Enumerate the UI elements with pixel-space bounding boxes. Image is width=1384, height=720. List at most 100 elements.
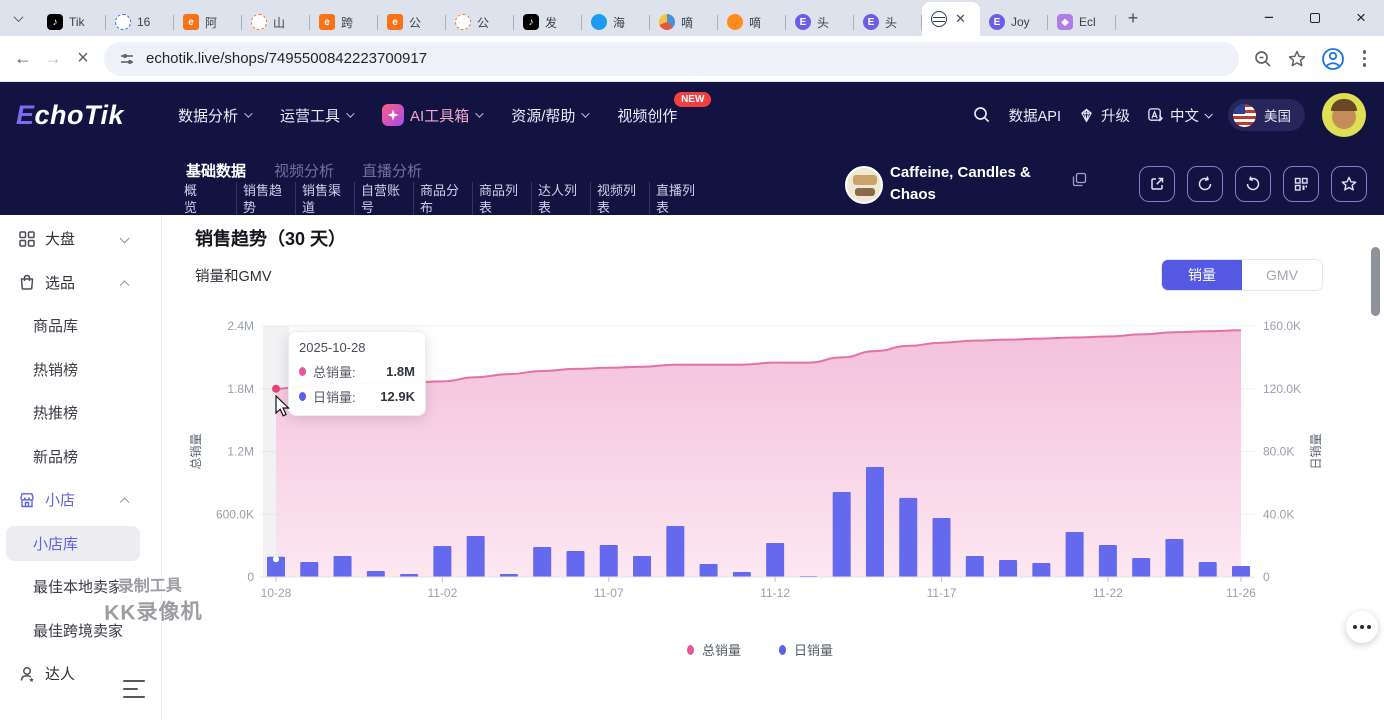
nav-item-0[interactable]: 数据分析 <box>178 105 250 126</box>
legend-item-总销量[interactable]: 总销量 <box>687 640 741 659</box>
bar-11-12[interactable] <box>766 543 784 577</box>
user-avatar[interactable] <box>1322 93 1366 137</box>
browser-tab[interactable]: 嘀 <box>650 8 718 36</box>
bar-11-08[interactable] <box>633 556 651 577</box>
copy-icon[interactable] <box>1072 172 1087 187</box>
close-tab-icon[interactable]: ✕ <box>955 11 966 27</box>
sidebar-group-选品[interactable]: 选品 <box>0 261 150 305</box>
bar-11-23[interactable] <box>1132 558 1150 577</box>
toggle-sales-button[interactable]: 销量 <box>1162 260 1242 290</box>
bar-11-02[interactable] <box>433 546 451 577</box>
browser-tab[interactable]: ♪Tik <box>38 8 106 36</box>
browser-tab[interactable]: 16 <box>106 8 174 36</box>
search-icon[interactable] <box>972 105 992 125</box>
collapse-sidebar-button[interactable] <box>123 680 145 698</box>
bar-11-24[interactable] <box>1165 539 1183 577</box>
subnav-item-0[interactable]: 概 览 <box>178 182 237 216</box>
bar-11-22[interactable] <box>1099 545 1117 577</box>
subnav-item-8[interactable]: 直播列 表 <box>650 182 709 216</box>
data-api-link[interactable]: 数据API <box>1009 105 1061 126</box>
bar-11-06[interactable] <box>566 551 584 577</box>
refresh-data-button[interactable] <box>1187 166 1223 202</box>
browser-menu-icon[interactable] <box>1359 50 1371 67</box>
nav-item-4[interactable]: 视频创作NEW <box>617 105 677 126</box>
browser-tab[interactable]: 嘀 <box>718 8 786 36</box>
sidebar-group-大盘[interactable]: 大盘 <box>0 217 150 261</box>
open-shop-external-button[interactable] <box>1139 166 1175 202</box>
forward-button[interactable]: → <box>38 44 68 74</box>
upgrade-link[interactable]: 升级 <box>1078 105 1130 126</box>
tab-search-button[interactable] <box>6 6 30 30</box>
browser-tab[interactable]: E头 <box>854 8 922 36</box>
bar-11-25[interactable] <box>1199 562 1217 577</box>
echotik-logo[interactable]: EchoTik <box>16 100 124 131</box>
stop-loading-button[interactable]: × <box>68 44 98 74</box>
sidebar-item-小店库[interactable]: 小店库 <box>0 522 150 566</box>
browser-tab[interactable]: E头 <box>786 8 854 36</box>
zoom-icon[interactable] <box>1253 49 1273 69</box>
language-selector[interactable]: 中文 <box>1147 105 1211 126</box>
subnav-item-1[interactable]: 销售趋 势 <box>237 182 296 216</box>
page-scrollbar-thumb[interactable] <box>1371 247 1380 316</box>
sidebar-item-热推榜[interactable]: 热推榜 <box>0 391 150 435</box>
sidebar-item-新品榜[interactable]: 新品榜 <box>0 435 150 479</box>
back-button[interactable]: ← <box>8 44 38 74</box>
browser-tab[interactable]: 公 <box>446 8 514 36</box>
bar-11-18[interactable] <box>966 556 984 577</box>
nav-item-2[interactable]: AI工具箱 <box>382 104 481 126</box>
address-bar[interactable]: echotik.live/shops/7495500842223700917 <box>104 42 1239 76</box>
sidebar-item-热销榜[interactable]: 热销榜 <box>0 348 150 392</box>
bar-10-30[interactable] <box>334 556 352 577</box>
section-tab-2[interactable]: 直播分析 <box>362 160 422 181</box>
subnav-item-4[interactable]: 商品分 布 <box>414 182 473 216</box>
browser-profile-icon[interactable] <box>1321 47 1345 71</box>
bar-11-09[interactable] <box>666 526 684 577</box>
bar-11-10[interactable] <box>700 564 718 577</box>
subnav-item-6[interactable]: 达人列 表 <box>532 182 591 216</box>
browser-tab[interactable]: EJoy <box>980 8 1048 36</box>
section-tab-1[interactable]: 视频分析 <box>274 160 334 181</box>
bar-11-21[interactable] <box>1066 532 1084 577</box>
browser-tab[interactable]: 海 <box>582 8 650 36</box>
section-tab-0[interactable]: 基础数据 <box>186 160 246 181</box>
more-options-button[interactable] <box>1346 611 1378 643</box>
legend-item-日销量[interactable]: 日销量 <box>779 640 833 659</box>
favorite-shop-button[interactable] <box>1331 166 1367 202</box>
toggle-gmv-button[interactable]: GMV <box>1242 260 1322 290</box>
sidebar-item-商品库[interactable]: 商品库 <box>0 304 150 348</box>
bar-11-07[interactable] <box>600 545 618 577</box>
subnav-item-7[interactable]: 视频列 表 <box>591 182 650 216</box>
bar-11-20[interactable] <box>1032 563 1050 577</box>
bar-11-15[interactable] <box>866 467 884 577</box>
browser-tab[interactable]: 山 <box>242 8 310 36</box>
bar-11-17[interactable] <box>933 518 951 577</box>
sidebar-group-小店[interactable]: 小店 <box>0 478 150 522</box>
minimize-button[interactable]: − <box>1246 0 1292 36</box>
bar-11-19[interactable] <box>999 560 1017 577</box>
browser-tab[interactable]: e阿 <box>174 8 242 36</box>
nav-item-3[interactable]: 资源/帮助 <box>511 105 587 126</box>
browser-tab[interactable]: ♪发 <box>514 8 582 36</box>
bar-10-31[interactable] <box>367 571 385 577</box>
bar-11-26[interactable] <box>1232 566 1250 577</box>
maximize-button[interactable] <box>1292 0 1338 36</box>
subnav-item-3[interactable]: 自营账 号 <box>355 182 414 216</box>
browser-tab[interactable]: e公 <box>378 8 446 36</box>
bar-11-16[interactable] <box>899 498 917 577</box>
subnav-item-5[interactable]: 商品列 表 <box>473 182 532 216</box>
site-info-icon[interactable] <box>118 50 136 68</box>
region-selector[interactable]: 美国 <box>1228 99 1305 131</box>
browser-tab-active[interactable]: ✕ <box>922 2 980 36</box>
bar-11-11[interactable] <box>733 572 751 577</box>
bar-10-29[interactable] <box>300 562 318 577</box>
subnav-item-2[interactable]: 销售渠 道 <box>296 182 355 216</box>
browser-tab[interactable]: e跨 <box>310 8 378 36</box>
bar-11-14[interactable] <box>833 492 851 577</box>
qr-code-button[interactable] <box>1283 166 1319 202</box>
bookmark-star-icon[interactable] <box>1287 49 1307 69</box>
close-window-button[interactable]: × <box>1338 0 1384 36</box>
new-tab-button[interactable]: + <box>1120 5 1146 31</box>
nav-item-1[interactable]: 运营工具 <box>280 105 352 126</box>
history-compare-button[interactable] <box>1235 166 1271 202</box>
browser-tab[interactable]: ◆Ecl <box>1048 8 1116 36</box>
